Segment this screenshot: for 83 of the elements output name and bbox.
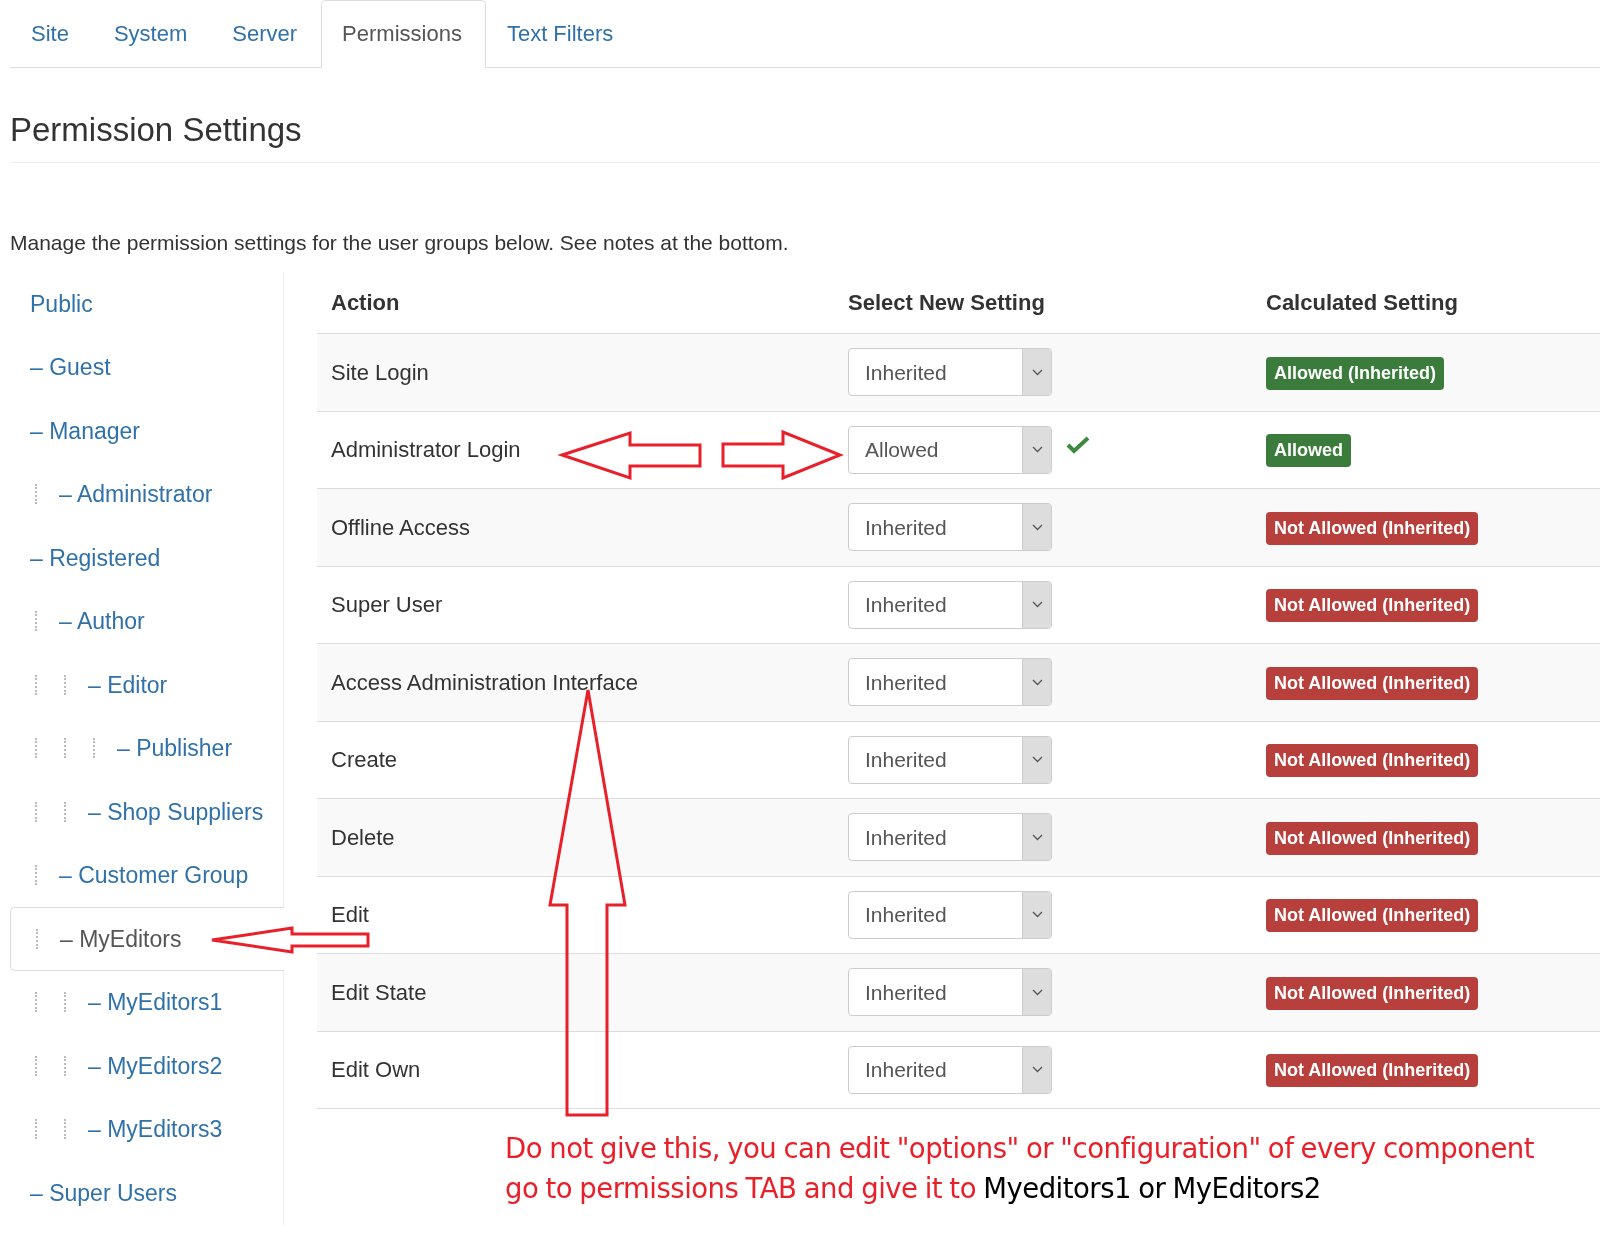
tree-guide-icon bbox=[35, 611, 37, 632]
tree-guide-icon bbox=[64, 1119, 66, 1140]
group-link[interactable]: – Customer Group bbox=[59, 858, 249, 893]
status-label: Not Allowed (Inherited) bbox=[1266, 589, 1479, 623]
tree-guide-icon bbox=[35, 1119, 37, 1140]
tree-guide-icon bbox=[36, 928, 38, 949]
status-label: Not Allowed (Inherited) bbox=[1266, 666, 1479, 700]
group-link[interactable]: – Super Users bbox=[30, 1175, 177, 1211]
group-link[interactable]: – Registered bbox=[30, 540, 161, 576]
setting-select[interactable]: Inherited bbox=[848, 968, 1052, 1017]
action-label: Site Login bbox=[331, 359, 429, 385]
column-header: Action bbox=[330, 289, 401, 318]
tab[interactable]: Site bbox=[10, 0, 93, 68]
status-label: Allowed (Inherited) bbox=[1266, 356, 1444, 390]
setting-select[interactable]: Inherited bbox=[848, 735, 1052, 784]
chevron-icon bbox=[1031, 911, 1043, 919]
action-label: Administrator Login bbox=[331, 437, 521, 463]
tree-guide-icon bbox=[64, 1055, 66, 1076]
chevron-icon bbox=[1031, 756, 1043, 764]
group-link[interactable]: – Shop Suppliers bbox=[88, 794, 264, 830]
tab[interactable]: Text Filters bbox=[485, 0, 638, 68]
tree-guide-icon bbox=[35, 674, 37, 695]
tree-guide-icon bbox=[35, 484, 37, 505]
group-link[interactable]: – MyEditors bbox=[60, 921, 182, 957]
tree-guide-icon bbox=[64, 992, 66, 1013]
group-link[interactable]: – MyEditors3 bbox=[88, 1112, 223, 1147]
setting-select[interactable]: Inherited bbox=[848, 503, 1052, 552]
tree-guide-icon bbox=[64, 738, 66, 759]
status-label: Not Allowed (Inherited) bbox=[1266, 1054, 1479, 1088]
chevron-icon bbox=[1031, 988, 1043, 996]
status-label: Not Allowed (Inherited) bbox=[1266, 511, 1479, 545]
setting-select[interactable]: Inherited bbox=[848, 348, 1052, 397]
chevron-icon bbox=[1031, 833, 1043, 841]
status-label: Allowed bbox=[1266, 434, 1351, 468]
action-label: Offline Access bbox=[331, 514, 470, 540]
tab[interactable]: Server bbox=[211, 0, 322, 68]
tree-guide-icon bbox=[64, 801, 66, 822]
setting-select[interactable]: Inherited bbox=[848, 580, 1052, 629]
group-link[interactable]: – Administrator bbox=[59, 477, 213, 512]
tree-guide-icon bbox=[35, 992, 37, 1013]
group-link[interactable]: – Guest bbox=[30, 350, 111, 385]
chevron-icon bbox=[1031, 678, 1043, 686]
tree-guide-icon bbox=[35, 738, 37, 759]
action-label: Edit Own bbox=[331, 1057, 421, 1083]
chevron-icon bbox=[1031, 446, 1043, 454]
setting-select[interactable]: Inherited bbox=[848, 890, 1052, 939]
annotation-note: Do not give this, you can edit "options" or "configuration" of every component go to permissions TAB and give it to Myeditors1 or MyEditors2 bbox=[505, 1131, 1535, 1206]
chevron-icon bbox=[1031, 368, 1043, 376]
intro-text: Manage the permission settings for the user groups below. See notes at the bottom. bbox=[10, 229, 790, 256]
tab[interactable]: Permissions bbox=[321, 0, 486, 68]
tree-guide-icon bbox=[35, 1055, 37, 1076]
setting-select[interactable]: Inherited bbox=[848, 1045, 1052, 1094]
action-label: Edit bbox=[331, 902, 369, 928]
action-label: Super User bbox=[331, 592, 443, 618]
group-link[interactable]: – MyEditors1 bbox=[88, 985, 223, 1020]
action-label: Access Administration Interface bbox=[331, 669, 638, 695]
group-link[interactable]: Public bbox=[30, 286, 93, 322]
tree-guide-icon bbox=[64, 674, 66, 695]
column-header: Select New Setting bbox=[848, 289, 1046, 318]
status-label: Not Allowed (Inherited) bbox=[1266, 821, 1479, 855]
group-link[interactable]: – Editor bbox=[88, 667, 168, 703]
action-label: Delete bbox=[331, 824, 395, 850]
chevron-icon bbox=[1031, 523, 1043, 531]
group-link[interactable]: – Manager bbox=[30, 413, 140, 449]
tab[interactable]: System bbox=[92, 0, 212, 68]
chevron-icon bbox=[1031, 601, 1043, 609]
setting-select[interactable]: Inherited bbox=[848, 658, 1052, 707]
status-label: Not Allowed (Inherited) bbox=[1266, 899, 1479, 933]
page-heading: Permission Settings bbox=[10, 110, 1600, 163]
group-link[interactable]: – Author bbox=[59, 604, 145, 639]
action-label: Create bbox=[331, 747, 398, 773]
status-label: Not Allowed (Inherited) bbox=[1266, 976, 1479, 1010]
action-label: Edit State bbox=[331, 979, 427, 1005]
setting-select[interactable]: Inherited bbox=[848, 813, 1052, 862]
group-link[interactable]: – MyEditors2 bbox=[88, 1048, 223, 1084]
tree-guide-icon bbox=[35, 801, 37, 822]
status-label: Not Allowed (Inherited) bbox=[1266, 744, 1479, 778]
column-header: Calculated Setting bbox=[1266, 289, 1459, 318]
group-link[interactable]: – Publisher bbox=[117, 731, 233, 766]
setting-select[interactable]: Allowed bbox=[848, 425, 1052, 474]
tree-guide-icon bbox=[93, 738, 95, 759]
tree-guide-icon bbox=[35, 865, 37, 886]
chevron-icon bbox=[1031, 1066, 1043, 1074]
